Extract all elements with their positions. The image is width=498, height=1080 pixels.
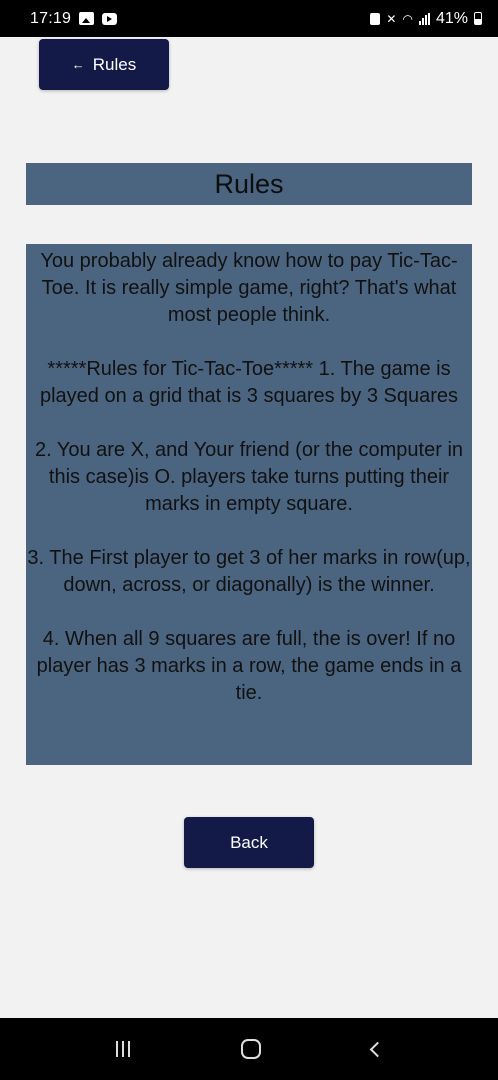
- status-bar: 17:19 ✕ ◠ 41%: [0, 0, 498, 37]
- status-time: 17:19: [30, 9, 72, 27]
- rules-paragraph: 2. You are X, and Your friend (or the co…: [34, 439, 464, 515]
- rules-text-panel: You probably already know how to pay Tic…: [26, 244, 472, 765]
- recents-icon[interactable]: [115, 1041, 130, 1057]
- home-icon[interactable]: [240, 1039, 261, 1059]
- rules-paragraph: You probably already know how to pay Tic…: [40, 250, 458, 326]
- back-icon[interactable]: [369, 1041, 385, 1057]
- page-title-bar: Rules: [26, 163, 472, 205]
- back-button[interactable]: Back: [184, 817, 314, 868]
- status-right: ✕ ◠ 41%: [370, 10, 482, 28]
- rules-paragraph: *****Rules for Tic-Tac-Toe***** 1. The g…: [39, 358, 459, 407]
- rules-paragraph: 4. When all 9 squares are full, the is o…: [36, 628, 462, 704]
- youtube-icon: [102, 12, 118, 25]
- status-left: 17:19: [30, 9, 118, 28]
- arrow-left-icon: ←: [71, 57, 85, 72]
- navigation-bar: [0, 1018, 498, 1080]
- mute-icon: ✕: [386, 11, 397, 26]
- lock-icon: [370, 12, 381, 25]
- rules-button[interactable]: ← Rules: [39, 39, 169, 90]
- rules-button-label: Rules: [92, 54, 137, 74]
- battery-icon: [474, 12, 482, 25]
- signal-icon: [418, 12, 430, 25]
- wifi-icon: ◠: [402, 11, 413, 26]
- rules-paragraph: 3. The First player to get 3 of her mark…: [27, 547, 471, 596]
- battery-percent: 41%: [435, 9, 468, 27]
- app-screen: 17:19 ✕ ◠ 41% ← Rules Rules You probably…: [0, 0, 498, 1080]
- page-title: Rules: [214, 168, 284, 199]
- gallery-icon: [79, 12, 95, 25]
- back-button-label: Back: [230, 832, 268, 852]
